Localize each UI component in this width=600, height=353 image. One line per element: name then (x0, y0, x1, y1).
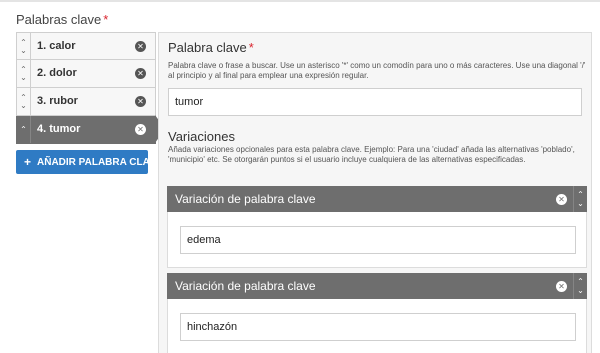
keyword-item-label: 2. dolor (37, 67, 77, 79)
variation-header-label: Variación de palabra clave (175, 192, 316, 206)
sort-handle-icon[interactable]: ⌃ (17, 116, 31, 143)
keyword-detail-title: Palabra clave * (168, 40, 254, 55)
add-keyword-label: AÑADIR PALABRA CLA... (37, 156, 148, 168)
required-mark: * (103, 12, 109, 27)
remove-keyword-icon[interactable]: ✕ (135, 96, 146, 107)
keyword-item-calor[interactable]: ⌃ ⌄ 1. calor ✕ (16, 32, 156, 60)
variation-input[interactable]: hinchazón (180, 313, 576, 341)
variations-title: Variaciones (168, 129, 235, 144)
variation-input[interactable]: edema (180, 226, 576, 254)
variation-body: edema (167, 212, 587, 268)
keyword-item-label: 4. tumor (37, 123, 81, 135)
keyword-list: ⌃ ⌄ 1. calor ✕ ⌃ ⌄ 2. dolor ✕ ⌃ ⌄ 3. rubor … (16, 32, 165, 144)
keyword-item-tumor[interactable]: ⌃ 4. tumor ✕ (16, 115, 165, 144)
keywords-title: Palabras clave * (16, 12, 108, 27)
remove-variation-icon[interactable]: ✕ (556, 281, 567, 292)
required-mark: * (248, 40, 254, 55)
keyword-detail-title-label: Palabra clave (168, 40, 247, 55)
keywords-title-label: Palabras clave (16, 12, 102, 27)
keyword-item-label: 3. rubor (37, 95, 78, 107)
keyword-item-label: 1. calor (37, 40, 76, 52)
sort-handle-icon[interactable]: ⌃ ⌄ (17, 88, 31, 115)
variation-header-label: Variación de palabra clave (175, 279, 316, 293)
variation-body: hinchazón (167, 299, 587, 353)
keyword-item-rubor[interactable]: ⌃ ⌄ 3. rubor ✕ (16, 88, 156, 116)
variation-header: Variación de palabra clave ✕ ⌃ ⌄ (167, 186, 587, 212)
variation-block: Variación de palabra clave ✕ ⌃ ⌄ edema (167, 186, 587, 268)
variations-help-text: Añada variaciones opcionales para esta p… (168, 145, 575, 164)
add-keyword-button[interactable]: + AÑADIR PALABRA CLA... (16, 150, 148, 174)
remove-keyword-icon[interactable]: ✕ (135, 124, 146, 135)
sort-handle-icon[interactable]: ⌃ ⌄ (17, 60, 31, 87)
keyword-detail-panel: Palabra clave * Palabra clave o frase a b… (158, 32, 592, 353)
variation-block: Variación de palabra clave ✕ ⌃ ⌄ hinchazó… (167, 273, 587, 353)
plus-icon: + (24, 155, 32, 169)
keyword-help-text: Palabra clave o frase a buscar. Use un a… (168, 61, 586, 80)
top-divider (0, 0, 600, 2)
sort-handle-icon[interactable]: ⌃ ⌄ (17, 33, 31, 60)
sort-handle-icon[interactable]: ⌃ ⌄ (573, 273, 587, 299)
remove-keyword-icon[interactable]: ✕ (135, 68, 146, 79)
remove-variation-icon[interactable]: ✕ (556, 194, 567, 205)
keyword-input[interactable]: tumor (168, 88, 582, 116)
remove-keyword-icon[interactable]: ✕ (135, 41, 146, 52)
sort-handle-icon[interactable]: ⌃ ⌄ (573, 186, 587, 212)
keyword-item-dolor[interactable]: ⌃ ⌄ 2. dolor ✕ (16, 60, 156, 88)
variation-header: Variación de palabra clave ✕ ⌃ ⌄ (167, 273, 587, 299)
